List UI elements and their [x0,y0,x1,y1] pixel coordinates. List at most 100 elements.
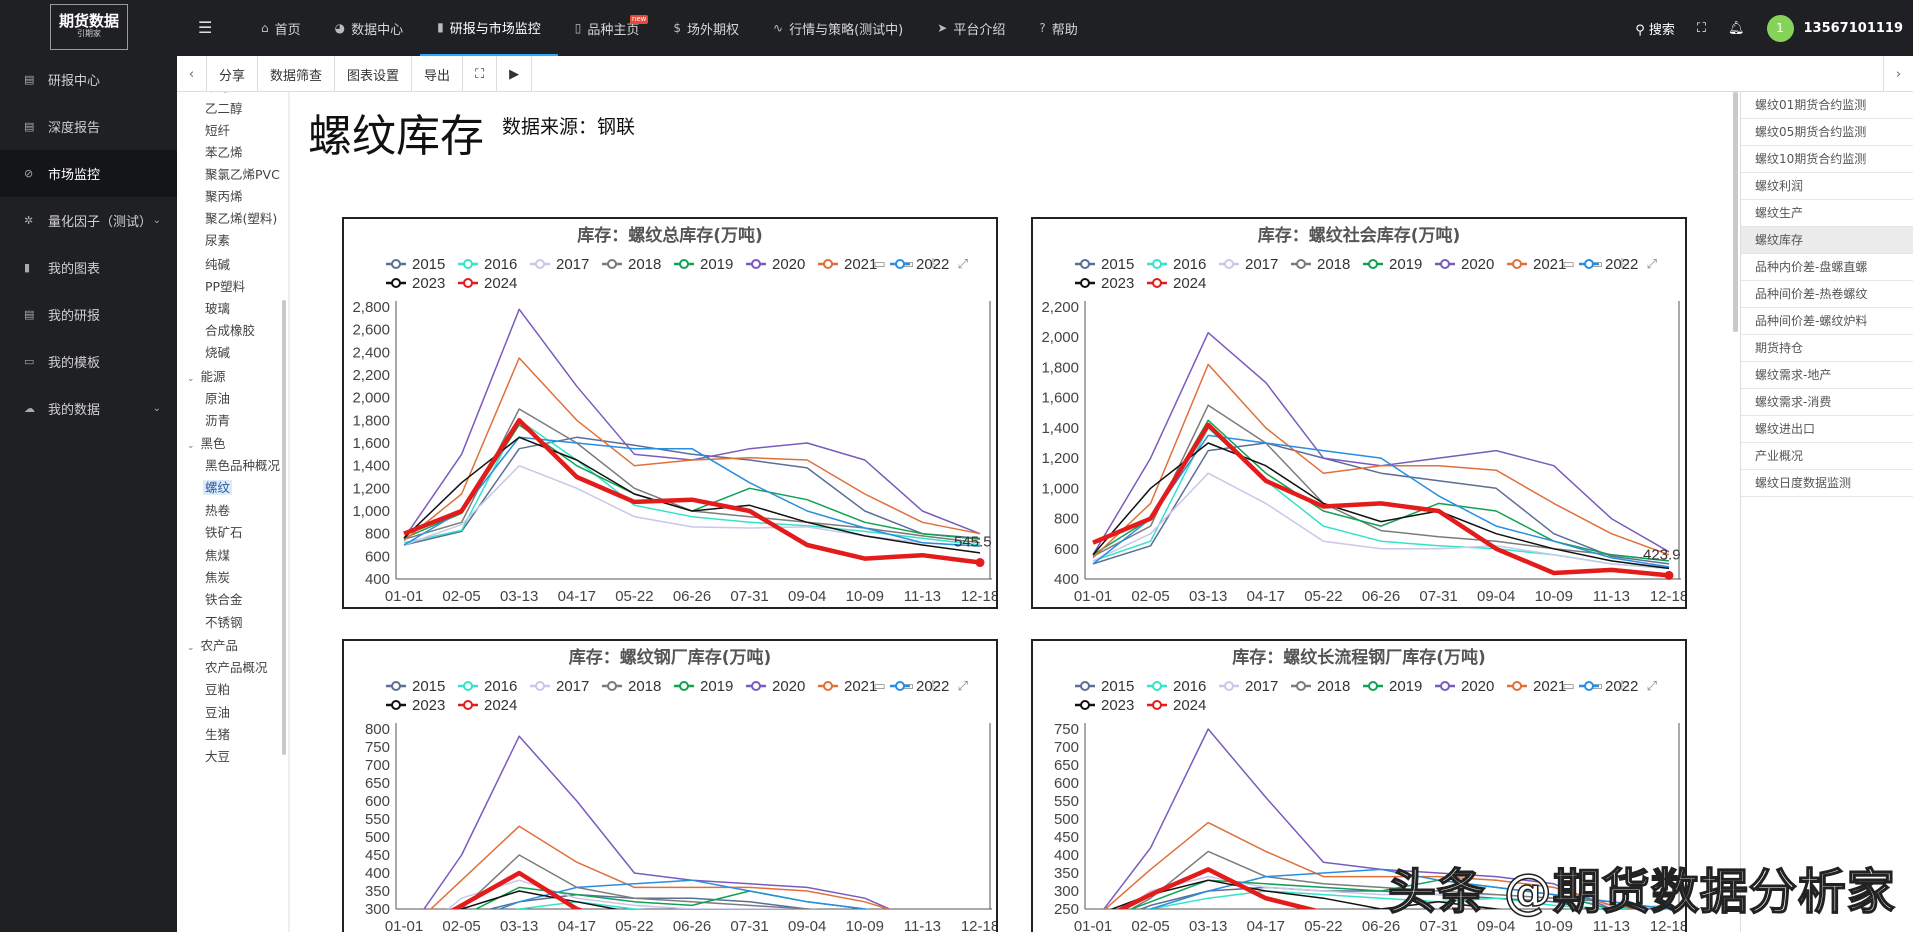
tree-item[interactable]: 聚丙烯 [205,186,243,205]
tree-item[interactable]: 农产品概况 [205,657,268,676]
tree-item[interactable]: 螺纹 [203,477,233,496]
tree-item[interactable]: 玻璃 [205,298,230,317]
sidebar-item-5[interactable]: ▤ 我的研报 [0,291,177,338]
nav-item-0[interactable]: ⌂ 首页 [244,0,318,56]
tree-group[interactable]: ⌄ 能源 [187,366,226,385]
x-tick-label: 07-31 [730,588,768,605]
nav-item-1[interactable]: ◕ 数据中心 [318,0,421,56]
module-item[interactable]: 螺纹05期货合约监测 [1741,119,1913,146]
module-item[interactable]: 螺纹库存 [1741,227,1913,254]
toolbar-button-1[interactable]: 数据筛查 [258,56,336,92]
tree-item[interactable]: 短纤 [205,120,230,139]
module-item[interactable]: 螺纹10期货合约监测 [1741,146,1913,173]
brand-logo[interactable]: 期货数据 引期家 [50,4,128,50]
module-item[interactable]: 品种间价差-螺纹炉料 [1741,308,1913,335]
legend-label: 2015 [1101,678,1134,695]
tree-item[interactable]: 不锈钢 [205,612,243,631]
fullscreen-icon[interactable]: ⛶ [1697,21,1706,36]
tree-item[interactable]: 豆粕 [205,679,230,698]
send-icon: ➤ [937,21,948,35]
nav-item-2[interactable]: ▮ 研报与市场监控 [420,0,558,56]
tree-item[interactable]: 铁合金 [205,589,243,608]
nav-item-3[interactable]: ▯ 品种主页 new [558,0,657,56]
tree-item[interactable]: 聚乙烯(塑料) [205,208,277,227]
tree-item[interactable]: 尿素 [205,230,230,249]
module-item[interactable]: 产业概况 [1741,443,1913,470]
y-tick-label: 1,000 [1041,480,1079,497]
menu-toggle-icon[interactable]: ☰ [198,18,212,37]
toolbar-button-3[interactable]: 导出 [412,56,464,92]
x-tick-label: 03-13 [1189,588,1227,605]
toolbar-button-0[interactable]: 分享 [207,56,259,92]
module-item[interactable]: 螺纹需求-地产 [1741,362,1913,389]
y-tick-label: 800 [1054,511,1079,528]
toolbar-buttons: 分享 数据筛查 图表设置 导出 ⛶ ▶ [207,56,533,92]
tree-item[interactable]: PP塑料 [205,276,245,295]
x-tick-label: 09-04 [788,918,826,932]
tree-item[interactable]: 焦煤 [205,545,230,564]
toolbar-prev-button[interactable]: ‹ [177,56,207,92]
tree-group[interactable]: ⌄ 农产品 [187,635,238,654]
play-icon[interactable]: ▶ [497,56,533,92]
y-tick-label: 600 [1054,775,1079,792]
tree-item[interactable]: 热卷 [205,500,230,519]
toolbar-button-2[interactable]: 图表设置 [335,56,413,92]
module-item[interactable]: 螺纹进出口 [1741,416,1913,443]
toolbar-next-button[interactable]: › [1883,56,1913,92]
end-value-label: 423.9 [1643,546,1681,563]
main-scrollbar[interactable] [1733,92,1738,332]
legend-item: 2021 [1507,678,1566,695]
nav-item-7[interactable]: ? 帮助 [1022,0,1094,56]
legend-label: 2018 [1317,256,1350,273]
user-menu[interactable]: 1 13567101119 [1766,14,1903,42]
module-item[interactable]: 期货持仓 [1741,335,1913,362]
tree-item[interactable]: 铁矿石 [205,522,243,541]
new-badge: new [629,15,649,24]
tree-item[interactable]: 烧碱 [205,342,230,361]
module-item[interactable]: 品种间价差-热卷螺纹 [1741,281,1913,308]
search-button[interactable]: ⚲ 搜索 [1635,19,1675,38]
legend-item: 2018 [1291,256,1350,273]
module-item[interactable]: 螺纹日度数据监测 [1741,470,1913,497]
sidebar-item-2[interactable]: ⊘ 市场监控 [0,150,177,197]
tree-item[interactable]: 生猪 [205,724,230,743]
module-item[interactable]: 螺纹01期货合约监测 [1741,92,1913,119]
sidebar-item-0[interactable]: ▤ 研报中心 [0,56,177,103]
tree-item[interactable]: 纯碱 [205,254,230,273]
tree-item[interactable]: 原油 [205,388,230,407]
tree-item[interactable]: 乙二醇 [205,98,243,117]
sidebar-item-4[interactable]: ▮ 我的图表 [0,244,177,291]
tree-item[interactable]: 豆油 [205,702,230,721]
module-item[interactable]: 螺纹生产 [1741,200,1913,227]
tree-scrollbar[interactable] [282,300,286,755]
nav-item-5[interactable]: ∿ 行情与策略(测试中) [756,0,920,56]
bell-icon[interactable]: 🔔︎ [1728,21,1745,36]
tree-item[interactable]: 大豆 [205,746,230,765]
tree-item[interactable]: 聚氯乙烯PVC [205,164,280,183]
sidebar-item-label: 量化因子（测试） [48,215,153,230]
tree-item-label: 甲醇 [205,92,230,94]
nav-item-4[interactable]: $ 场外期权 [656,0,756,56]
legend-label: 2022 [1605,678,1638,695]
tree-item[interactable]: 苯乙烯 [205,142,243,161]
tree-group[interactable]: ⌄ 黑色 [187,433,226,452]
tree-item[interactable]: 沥青 [205,410,230,429]
module-item[interactable]: 品种内价差-盘螺直螺 [1741,254,1913,281]
legend-item: 2022 [1579,678,1638,695]
sidebar-item-1[interactable]: ▤ 深度报告 [0,103,177,150]
sidebar-item-7[interactable]: ☁ 我的数据 ⌄ [0,385,177,432]
tree-item[interactable]: 黑色品种概况 [205,455,280,474]
nav-item-6[interactable]: ➤ 平台介绍 [920,0,1022,56]
series-line-2019 [1092,419,1670,562]
x-tick-label: 03-13 [1189,918,1227,932]
tree-item[interactable]: 合成橡胶 [205,320,255,339]
legend-item: 2015 [386,678,445,695]
tree-item[interactable]: 焦炭 [205,567,230,586]
tree-item[interactable]: 甲醇 [205,92,230,95]
fullscreen-icon[interactable]: ⛶ [463,56,498,92]
module-item[interactable]: 螺纹需求-消费 [1741,389,1913,416]
module-item[interactable]: 螺纹利润 [1741,173,1913,200]
sidebar-item-3[interactable]: ✲ 量化因子（测试） ⌄ [0,197,177,244]
tree-item-label: 农产品概况 [205,660,268,675]
sidebar-item-6[interactable]: ▭ 我的模板 [0,338,177,385]
